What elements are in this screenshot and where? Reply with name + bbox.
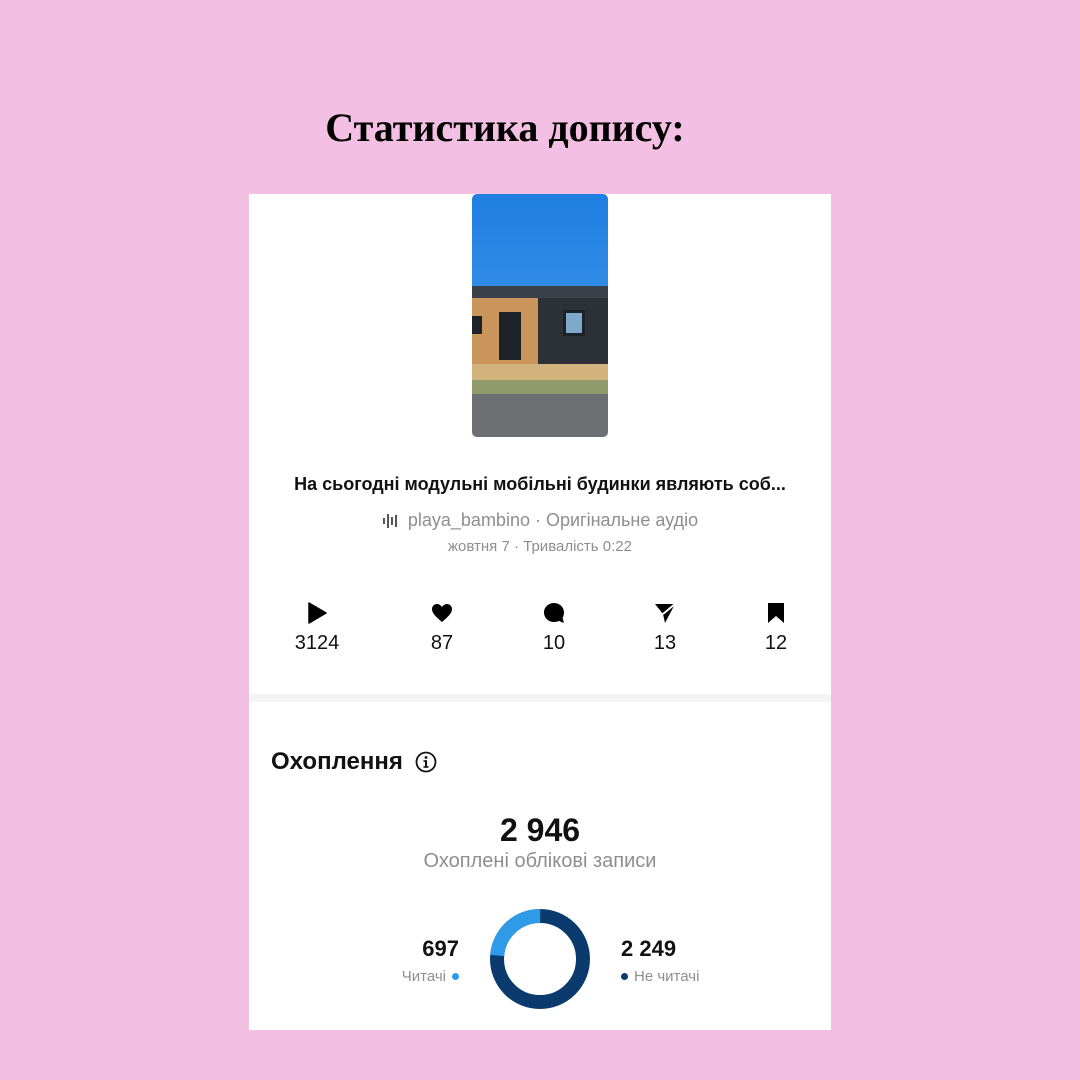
stat-likes: 87 (402, 602, 482, 655)
reach-section-header: Охоплення (271, 748, 437, 776)
reach-total-label: Охоплені облікові записи (423, 850, 657, 872)
non-followers-count: 2 249 (621, 936, 677, 961)
comments-count: 10 (542, 632, 566, 654)
section-divider (249, 694, 831, 702)
reach-total: 2 946 (499, 812, 581, 848)
shares-count: 13 (653, 632, 677, 654)
stat-saves: 12 (736, 602, 816, 655)
thumbnail-image (472, 194, 608, 437)
saves-count: 12 (764, 632, 788, 654)
non-followers-legend: 2 249 Не читачі (621, 936, 761, 985)
non-followers-label: Не читачі (634, 968, 700, 985)
post-thumbnail[interactable] (472, 194, 608, 437)
bookmark-icon (767, 602, 785, 624)
post-insights-card: На сьогодні модульні мобільні будинки яв… (249, 194, 831, 1030)
followers-dot (452, 973, 459, 980)
audio-info[interactable]: playa_bambino · Оригінальне аудіо (249, 510, 831, 531)
reach-donut-chart (490, 909, 590, 1009)
plays-count: 3124 (294, 632, 340, 654)
followers-legend: 697 Читачі (349, 936, 459, 985)
heart-icon (431, 602, 453, 624)
stat-plays: 3124 (277, 602, 357, 655)
stat-comments: 10 (514, 602, 594, 655)
info-icon[interactable] (415, 751, 437, 773)
followers-count: 697 (422, 936, 459, 961)
likes-count: 87 (430, 632, 454, 654)
comment-icon (543, 602, 565, 624)
post-caption: На сьогодні модульні мобільні будинки яв… (294, 474, 786, 494)
audio-title[interactable]: Оригінальне аудіо (546, 510, 698, 531)
audio-wave-icon (382, 513, 400, 529)
play-icon (307, 602, 327, 624)
page-title: Статистика допису: (325, 105, 685, 150)
audio-separator: · (529, 510, 546, 530)
post-meta: жовтня 7 · Тривалість 0:22 (448, 538, 632, 555)
followers-label: Читачі (401, 968, 446, 985)
audio-username[interactable]: playa_bambino (408, 510, 530, 531)
share-icon (654, 602, 676, 624)
non-followers-dot (621, 973, 628, 980)
reach-title: Охоплення (271, 748, 403, 775)
stat-shares: 13 (625, 602, 705, 655)
